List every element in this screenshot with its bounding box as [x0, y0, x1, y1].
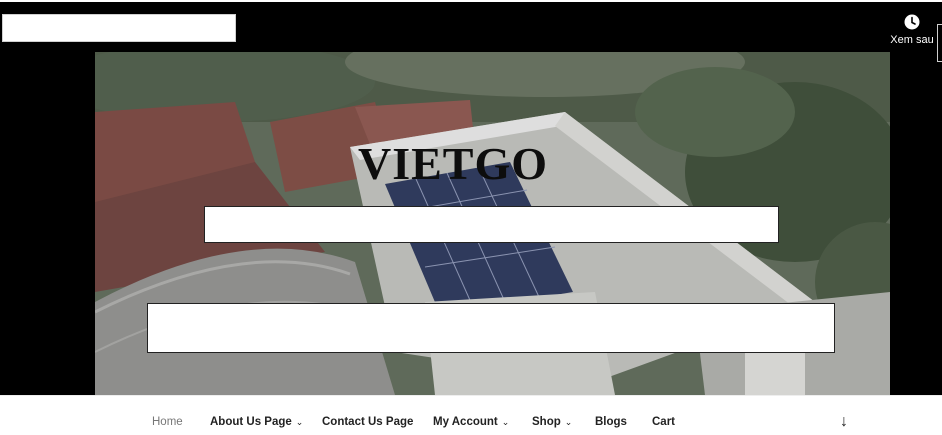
nav-item-my-account[interactable]: My Account ⌄ [433, 416, 509, 428]
video-title-placeholder [2, 14, 236, 42]
nav-item-blogs[interactable]: Blogs [595, 416, 627, 428]
nav-item-label: Cart [652, 416, 676, 428]
brand-logo-text: VIETGO [358, 138, 549, 189]
nav-item-home[interactable]: Home [152, 416, 183, 428]
nav-item-label: About Us Page [210, 416, 292, 428]
nav-item-about-us[interactable]: About Us Page ⌄ [210, 416, 303, 428]
nav-item-shop[interactable]: Shop ⌄ [532, 416, 572, 428]
chevron-down-icon: ⌄ [564, 417, 573, 427]
caption-box-top [204, 206, 779, 243]
nav-item-label: Home [152, 416, 183, 428]
nav-item-label: Contact Us Page [322, 416, 414, 428]
caption-box-bottom [147, 303, 835, 353]
nav-item-label: Shop [532, 416, 561, 428]
chevron-down-icon: ⌄ [295, 417, 304, 427]
share-panel-edge [937, 24, 942, 62]
watch-later-label: Xem sau [890, 34, 934, 46]
arrow-down-icon[interactable]: ↓ [840, 413, 848, 431]
nav-item-label: My Account [433, 416, 498, 428]
watch-later-button[interactable]: Xem sau [888, 12, 936, 52]
nav-item-contact-us[interactable]: Contact Us Page [322, 416, 413, 428]
clock-icon [904, 14, 920, 30]
nav-item-cart[interactable]: Cart [652, 416, 675, 428]
main-navigation: Home About Us Page ⌄ Contact Us Page My A… [0, 395, 942, 435]
chevron-down-icon: ⌄ [501, 417, 510, 427]
nav-item-label: Blogs [595, 416, 627, 428]
